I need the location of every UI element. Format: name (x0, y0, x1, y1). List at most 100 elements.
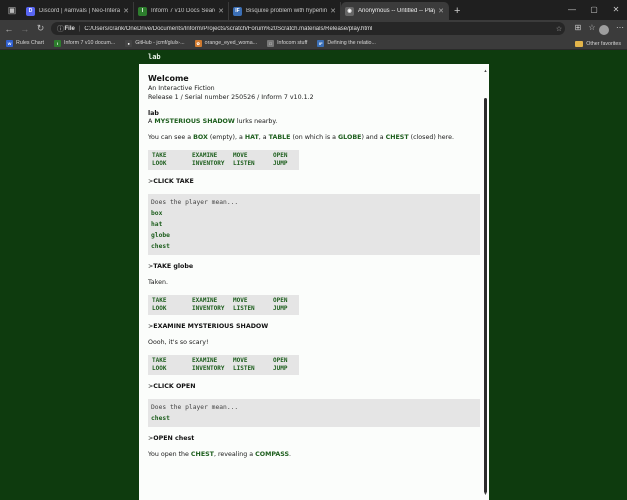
info-icon[interactable]: ⓘ (56, 24, 64, 34)
verb-move[interactable]: MOVE (233, 152, 273, 160)
url-text[interactable]: C:/Users/crank/OneDrive/Documents/Inform… (84, 26, 553, 32)
verb-take[interactable]: TAKE (152, 357, 192, 365)
option-box[interactable]: box (151, 208, 477, 219)
tab-title: Bisquixe problem with hyperlinks (246, 8, 328, 14)
scroll-down-icon[interactable]: ▼ (483, 491, 488, 496)
intfiction-icon: IF (317, 39, 325, 47)
verb-listen[interactable]: LISTEN (233, 305, 273, 313)
disambiguation-question: Does the player mean... (151, 404, 239, 412)
vertical-scrollbar[interactable]: ▲ ▼ (483, 68, 488, 496)
verb-take[interactable]: TAKE (152, 152, 192, 160)
verb-move[interactable]: MOVE (233, 357, 273, 365)
bookmark-icon: ✿ (194, 39, 202, 47)
verb-listen[interactable]: LISTEN (233, 365, 273, 373)
option-hat[interactable]: hat (151, 219, 477, 230)
verb-inventory[interactable]: INVENTORY (192, 365, 233, 373)
favorites-icon[interactable]: ☆ (585, 23, 599, 35)
transcript: Welcome An Interactive Fiction Release 1… (148, 74, 480, 460)
verb-examine[interactable]: EXAMINE (192, 297, 233, 305)
verb-jump[interactable]: JUMP (273, 305, 295, 313)
toolbar-icons: ⊞ ☆ ⋯ (571, 23, 627, 35)
bookmark-rules-chart[interactable]: W Rules Chart (6, 39, 44, 47)
tab-bar: ▣ D Discord | #arrivals | Neo-Interactiv… (0, 0, 627, 20)
verb-open[interactable]: OPEN (273, 152, 295, 160)
verb-look[interactable]: LOOK (152, 365, 192, 373)
bookmark-label: orange_eyed_woma... (204, 40, 258, 46)
bookmark-infocom[interactable]: □ Infocom stuff (267, 39, 308, 47)
option-globe[interactable]: globe (151, 230, 477, 241)
forward-icon[interactable]: → (18, 22, 32, 36)
bookmark-orange-eyed[interactable]: ✿ orange_eyed_woma... (194, 39, 258, 47)
verb-take[interactable]: TAKE (152, 297, 192, 305)
link-hat[interactable]: HAT (245, 134, 259, 141)
bookmark-label: GitHub - jcmf/glulx-... (135, 40, 185, 46)
scheme-label: File (64, 25, 75, 32)
refresh-icon[interactable]: ↻ (34, 22, 48, 36)
bookmark-defining[interactable]: IF Defining the relatio... (317, 39, 376, 47)
verb-jump[interactable]: JUMP (273, 160, 295, 168)
link-chest[interactable]: CHEST (386, 134, 409, 141)
new-tab-button[interactable]: + (454, 5, 460, 17)
page-viewport: lab Welcome An Interactive Fiction Relea… (0, 51, 627, 500)
close-window-icon[interactable]: ✕ (605, 0, 627, 20)
tab-bisquixe[interactable]: IF Bisquixe problem with hyperlinks ✕ (229, 2, 341, 20)
verb-look[interactable]: LOOK (152, 305, 192, 313)
favorite-star-icon[interactable]: ☆ (553, 25, 565, 33)
link-chest[interactable]: CHEST (191, 451, 214, 458)
close-tab-icon[interactable]: ✕ (330, 7, 336, 15)
avatar[interactable] (599, 23, 613, 35)
shadow-line: A MYSTERIOUS SHADOW lurks nearby. (148, 117, 278, 125)
tab-actions-icon[interactable]: ▣ (4, 2, 20, 18)
tab-inform-docs[interactable]: I Inform 7 v10 Docs Search ✕ (134, 2, 229, 20)
link-box[interactable]: BOX (193, 134, 208, 141)
scroll-thumb[interactable] (484, 98, 487, 493)
option-chest[interactable]: chest (151, 413, 477, 424)
link-compass[interactable]: COMPASS (255, 451, 289, 458)
option-chest[interactable]: chest (151, 241, 477, 252)
verb-inventory[interactable]: INVENTORY (192, 160, 233, 168)
bookmark-label: Infocom stuff (277, 40, 308, 46)
minimize-icon[interactable]: — (561, 0, 583, 20)
verb-examine[interactable]: EXAMINE (192, 357, 233, 365)
verb-look[interactable]: LOOK (152, 160, 192, 168)
story-window[interactable]: Welcome An Interactive Fiction Release 1… (139, 64, 489, 500)
verb-listen[interactable]: LISTEN (233, 160, 273, 168)
back-icon[interactable]: ← (2, 22, 16, 36)
status-line: lab (139, 51, 489, 64)
command-echo: >CLICK TAKE (148, 177, 194, 185)
tab-discord[interactable]: D Discord | #arrivals | Neo-Interactive … (22, 2, 134, 20)
disambiguation-box: Does the player mean... chest (148, 399, 480, 428)
bookmark-github[interactable]: ● GitHub - jcmf/glulx-... (125, 39, 185, 47)
link-globe[interactable]: GLOBE (338, 134, 361, 141)
verb-grid: TAKE EXAMINE MOVE OPEN LOOK INVENTORY LISTEN J… (148, 150, 299, 170)
other-favorites[interactable]: Other favorites (575, 37, 621, 50)
discord-icon: D (26, 6, 35, 16)
maximize-icon[interactable]: ▢ (583, 0, 605, 20)
scroll-up-icon[interactable]: ▲ (483, 68, 488, 73)
command-echo: >OPEN chest (148, 435, 195, 443)
verb-open[interactable]: OPEN (273, 357, 295, 365)
link-table[interactable]: TABLE (269, 134, 291, 141)
verb-examine[interactable]: EXAMINE (192, 152, 233, 160)
tab-title: Inform 7 v10 Docs Search (151, 8, 216, 14)
close-tab-icon[interactable]: ✕ (123, 7, 129, 15)
response-text: Taken. (148, 279, 168, 287)
link-mysterious-shadow[interactable]: MYSTERIOUS SHADOW (154, 118, 235, 125)
address-bar[interactable]: ⓘ File | C:/Users/crank/OneDrive/Documen… (51, 22, 566, 35)
banner-release: Release 1 / Serial number 250526 / Infor… (148, 93, 314, 101)
close-tab-icon[interactable]: ✕ (218, 7, 224, 15)
verb-jump[interactable]: JUMP (273, 365, 295, 373)
tab-title: Discord | #arrivals | Neo-Interactive (39, 8, 121, 14)
banner-subtitle: An Interactive Fiction (148, 85, 215, 93)
tab-play[interactable]: ◉ Anonymous -- Untitled -- Play ✕ (341, 2, 449, 20)
intfiction-icon: IF (233, 6, 242, 16)
inform-icon: I (138, 6, 147, 16)
collections-icon[interactable]: ⊞ (571, 23, 585, 35)
verb-open[interactable]: OPEN (273, 297, 295, 305)
bookmark-inform-docs[interactable]: I Inform 7 v10 docum... (53, 39, 115, 47)
close-tab-icon[interactable]: ✕ (438, 7, 444, 15)
verb-grid: TAKE EXAMINE MOVE OPEN LOOK INVENTORY LISTEN J… (148, 295, 299, 316)
verb-move[interactable]: MOVE (233, 297, 273, 305)
verb-inventory[interactable]: INVENTORY (192, 305, 233, 313)
more-icon[interactable]: ⋯ (613, 23, 627, 35)
